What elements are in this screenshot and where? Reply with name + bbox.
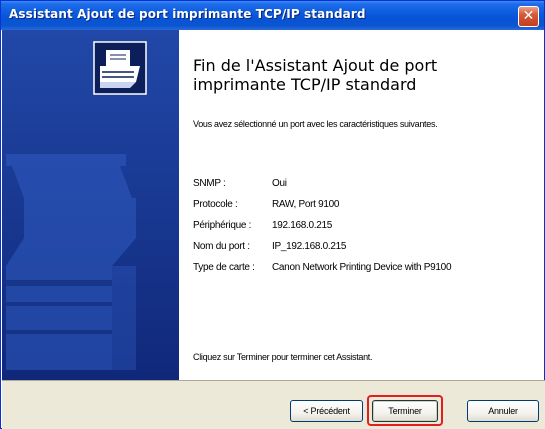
- back-button[interactable]: < Précédent: [290, 400, 363, 422]
- detail-label: Type de carte :: [193, 262, 255, 273]
- wizard-window: Assistant Ajout de port imprimante TCP/I…: [0, 0, 545, 429]
- close-icon: ✕: [522, 8, 535, 24]
- detail-value: Canon Network Printing Device with P9100: [272, 262, 452, 273]
- title-bar[interactable]: Assistant Ajout de port imprimante TCP/I…: [1, 1, 544, 30]
- printer-icon: [93, 41, 147, 95]
- detail-value: RAW, Port 9100: [272, 199, 340, 210]
- detail-label: SNMP :: [193, 178, 226, 189]
- detail-value: Oui: [272, 178, 287, 189]
- button-bar: < Précédent Terminer Annuler: [2, 380, 545, 429]
- wizard-side-panel: [2, 30, 179, 380]
- finish-instruction: Cliquez sur Terminer pour terminer cet A…: [193, 352, 373, 362]
- page-title: Fin de l'Assistant Ajout de port imprima…: [193, 56, 438, 94]
- close-button[interactable]: ✕: [518, 6, 539, 27]
- printer-illustration: [2, 30, 179, 380]
- finish-button[interactable]: Terminer: [372, 400, 438, 422]
- detail-label: Périphérique :: [193, 220, 252, 231]
- intro-text: Vous avez sélectionné un port avec les c…: [193, 119, 438, 129]
- detail-label: Nom du port :: [193, 241, 250, 252]
- cancel-button[interactable]: Annuler: [467, 400, 539, 422]
- detail-label: Protocole :: [193, 199, 238, 210]
- detail-value: 192.168.0.215: [272, 220, 333, 231]
- wizard-content: Fin de l'Assistant Ajout de port imprima…: [179, 30, 544, 380]
- detail-value: IP_192.168.0.215: [272, 241, 347, 252]
- window-title: Assistant Ajout de port imprimante TCP/I…: [9, 7, 366, 21]
